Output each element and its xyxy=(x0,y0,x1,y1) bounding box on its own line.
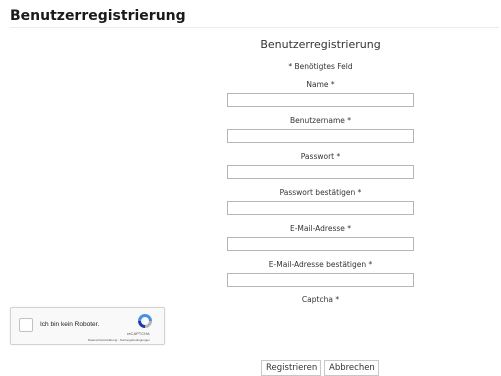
recaptcha-brand: reCAPTCHA xyxy=(127,331,150,336)
recaptcha-logo-icon xyxy=(138,314,152,328)
email-confirm-label: E-Mail-Adresse bestätigen * xyxy=(268,260,373,269)
page-title: Benutzerregistrierung xyxy=(10,8,186,24)
required-field-note: * Benötigtes Feld xyxy=(288,62,353,71)
name-label: Name * xyxy=(306,80,335,89)
password-confirm-label: Passwort bestätigen * xyxy=(279,188,362,197)
password-label: Passwort * xyxy=(300,152,341,161)
email-field[interactable] xyxy=(227,237,414,251)
email-label: E-Mail-Adresse * xyxy=(289,224,352,233)
recaptcha-checkbox-label: Ich bin kein Roboter. xyxy=(40,321,100,328)
captcha-label: Captcha * xyxy=(301,295,340,304)
name-field[interactable] xyxy=(227,93,414,107)
recaptcha-privacy-terms-links[interactable]: Datenschutzerklärung - Nutzungsbedingung… xyxy=(88,338,150,342)
username-field[interactable] xyxy=(227,129,414,143)
username-label: Benutzername * xyxy=(289,116,352,125)
password-field[interactable] xyxy=(227,165,414,179)
recaptcha-widget: Ich bin kein Roboter. reCAPTCHA Datensch… xyxy=(10,307,165,345)
recaptcha-checkbox[interactable] xyxy=(19,318,33,332)
email-confirm-field[interactable] xyxy=(227,273,414,287)
register-button[interactable]: Registrieren xyxy=(261,360,321,376)
heading-divider xyxy=(10,27,499,28)
password-confirm-field[interactable] xyxy=(227,201,414,215)
cancel-button[interactable]: Abbrechen xyxy=(324,360,379,376)
form-title: Benutzerregistrierung xyxy=(260,38,381,51)
